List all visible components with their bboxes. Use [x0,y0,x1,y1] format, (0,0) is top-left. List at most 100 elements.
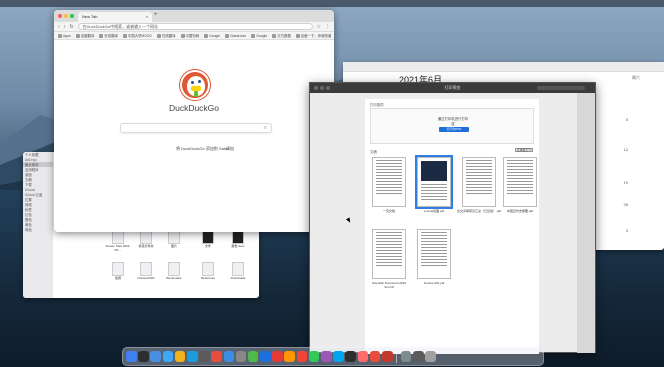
bookmark-item[interactable]: 万方数据 [272,33,291,38]
bookmark-item[interactable]: Google [204,33,220,38]
dock-app-icon[interactable] [223,351,235,362]
zoom-window-button[interactable] [70,14,74,18]
calendar-day[interactable]: 5 [626,117,628,122]
file-label: 截屏2021 [253,277,259,281]
bookmark-item[interactable]: Apps [58,33,71,38]
reload-icon[interactable]: ↻ [69,24,73,30]
file-icon [202,230,214,244]
bookmark-item[interactable]: Classroom [225,33,246,38]
file-icon [140,262,152,276]
calendar-day[interactable]: 3 [626,228,628,233]
bookmark-item[interactable]: 百度翻译 [75,33,94,38]
dock-app-icon[interactable] [247,351,259,362]
print-scrollbar[interactable] [577,93,595,353]
close-tab-icon[interactable]: × [146,12,148,22]
dock-app-icon[interactable] [272,351,283,362]
finder-file-item[interactable]: 文件 [195,230,221,260]
close-window-button[interactable] [58,14,62,18]
dock-app-icon[interactable] [138,351,149,362]
dock-app-icon[interactable] [412,351,424,362]
minimize-window-button[interactable] [320,86,324,90]
search-icon[interactable]: ⌕ [264,125,267,132]
finder-file-item[interactable]: 报告.docx [225,230,251,260]
browser-window[interactable]: New Tab × + ‹ › ↻ 在DuckDuckGo中搜索，或者输入一个网… [54,10,334,232]
dock-app-icon[interactable] [126,351,137,362]
finder-file-item[interactable]: Bookmarks [161,262,187,292]
finder-file-item[interactable]: Reference [195,262,221,292]
new-tab-button[interactable]: + [154,12,158,18]
address-bar[interactable]: 在DuckDuckGo中搜索，或者输入一个网址 [77,23,313,30]
finder-file-item[interactable]: 图片 [161,230,187,260]
dock-app-icon[interactable] [150,351,161,362]
finder-file-item[interactable]: 截屏 [105,262,131,292]
add-to-browser-link[interactable]: 添加 [226,146,234,152]
bookmark-item[interactable]: 在线翻译 [156,33,176,38]
finder-file-item[interactable]: Document [253,230,259,260]
dock-app-icon[interactable] [211,351,222,362]
search-input[interactable]: ⌕ [120,123,272,133]
select-documents-button[interactable]: 选择要打印 [515,148,533,152]
file-label: Document [253,245,259,249]
bookmark-item[interactable]: 中国大学MOOC [122,33,152,38]
close-window-button[interactable] [314,86,318,90]
document-thumbnail[interactable] [417,229,451,279]
document-thumbnail[interactable] [503,157,537,207]
dock-separator [396,350,398,363]
dock-app-icon[interactable] [284,351,296,362]
zoom-window-button[interactable] [326,86,330,90]
document-thumbnail[interactable] [415,155,453,209]
bookmark-item[interactable]: 百度一下，你就知道 [295,33,331,38]
calendar-day[interactable]: 19 [624,180,628,185]
document-thumbnail[interactable] [372,229,406,279]
bookmark-item[interactable]: Google [251,33,267,38]
dock-app-icon[interactable] [260,351,271,362]
minimize-window-button[interactable] [64,14,68,18]
dock-app-icon[interactable] [174,351,186,362]
menu-bar[interactable] [0,0,664,7]
document-thumbnail[interactable] [372,157,406,207]
dock-app-icon[interactable] [345,351,356,362]
dock-app-icon[interactable] [321,351,332,362]
tab-new-tab[interactable]: New Tab × [78,12,152,22]
finder-file-item[interactable]: Screen Shot 2021-06-... [105,230,131,260]
back-arrow-icon[interactable]: ‹ [58,24,60,30]
window-controls[interactable] [314,86,330,90]
print-toolbar[interactable] [537,86,585,90]
dock-app-icon[interactable] [308,351,320,362]
dock-app-icon[interactable] [186,351,198,362]
print-preview-window[interactable]: 打印预览 打印选项 通过打印机进行打印 或 打印为PDF 文稿 选择要打印 一页… [309,82,596,354]
dock-app-icon[interactable] [199,351,210,362]
finder-sidebar-item[interactable]: 绿色 [23,227,53,232]
documents-heading: 文稿 [370,150,377,154]
document-thumbnail[interactable] [462,157,496,207]
finder-file-item[interactable]: 截屏2021 [253,262,259,292]
dock-app-icon[interactable] [400,351,412,362]
dock-app-icon[interactable] [162,351,174,362]
star-icon[interactable]: ☆ [317,24,321,30]
dock-app-icon[interactable] [425,351,436,362]
dock-app-icon[interactable] [296,351,308,362]
finder-sidebar[interactable]: 个人收藏 AirDrop 最近使用 应用程序 桌面 文稿 下载 iCloud iCloud 云盘… [23,152,53,298]
window-controls[interactable] [58,14,74,18]
dock-app-icon[interactable] [235,351,247,362]
document-label: e-book封面.pdf [423,209,445,213]
bookmark-item[interactable]: 在线翻译 [99,33,118,38]
print-pdf-button[interactable]: 打印为PDF [439,127,469,132]
dock-app-icon[interactable] [369,351,381,362]
finder-file-item[interactable]: 新建文件夹 [133,230,159,260]
finder-file-item[interactable]: Downloads [225,262,251,292]
dock-app-icon[interactable] [333,351,344,362]
forward-arrow-icon[interactable]: › [64,24,66,30]
bookmark-item[interactable]: 中国知网 [180,33,199,38]
dock-app-icon[interactable] [381,351,393,362]
finder-file-item[interactable]: ChineseSSD [133,262,159,292]
menu-dots-icon[interactable]: ⋮ [325,24,330,30]
calendar-toolbar[interactable] [343,62,664,72]
bookmark-favicon-icon [251,33,256,38]
dock-app-icon[interactable] [357,351,369,362]
calendar-day[interactable]: 12 [624,147,628,152]
file-icon [168,230,180,244]
print-window-titlebar: 打印预览 [310,83,595,93]
dock[interactable] [122,347,544,366]
calendar-day[interactable]: 26 [624,202,628,207]
